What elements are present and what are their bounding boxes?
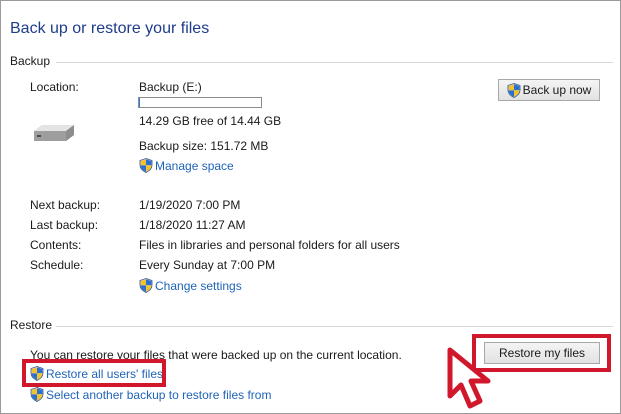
backup-section-heading: Backup xyxy=(10,54,51,68)
restore-section-heading: Restore xyxy=(10,318,53,332)
restore-divider xyxy=(56,326,613,327)
select-another-backup-label: Select another backup to restore files f… xyxy=(46,388,272,402)
shield-icon xyxy=(139,158,153,173)
back-up-now-label: Back up now xyxy=(522,83,592,97)
shield-icon xyxy=(507,83,521,98)
shield-icon xyxy=(30,387,44,402)
next-backup-label: Next backup: xyxy=(30,198,101,212)
contents-label: Contents: xyxy=(30,238,82,252)
last-backup-label: Last backup: xyxy=(30,218,99,232)
change-settings-link[interactable]: Change settings xyxy=(139,278,242,293)
location-label: Location: xyxy=(30,80,79,94)
disk-usage-fill xyxy=(139,98,141,107)
backup-size-text: Backup size: 151.72 MB xyxy=(139,139,269,153)
next-backup-value: 1/19/2020 7:00 PM xyxy=(139,198,241,212)
backup-divider xyxy=(56,62,613,63)
page-title: Back up or restore your files xyxy=(10,20,210,37)
restore-all-users-highlight xyxy=(22,359,166,387)
last-backup-value: 1/18/2020 11:27 AM xyxy=(139,218,246,232)
location-value: Backup (E:) xyxy=(139,80,202,94)
cursor-arrow-icon xyxy=(446,346,498,413)
contents-value: Files in libraries and personal folders … xyxy=(139,238,400,252)
shield-icon xyxy=(139,278,153,293)
schedule-value: Every Sunday at 7:00 PM xyxy=(139,258,276,272)
drive-icon xyxy=(32,122,76,147)
manage-space-label: Manage space xyxy=(155,159,234,173)
change-settings-label: Change settings xyxy=(155,279,242,293)
select-another-backup-link[interactable]: Select another backup to restore files f… xyxy=(30,387,271,402)
manage-space-link[interactable]: Manage space xyxy=(139,158,234,173)
schedule-label: Schedule: xyxy=(30,258,84,272)
free-space-text: 14.29 GB free of 14.44 GB xyxy=(139,114,282,128)
back-up-now-button[interactable]: Back up now xyxy=(498,79,600,101)
disk-usage-bar xyxy=(138,97,262,108)
